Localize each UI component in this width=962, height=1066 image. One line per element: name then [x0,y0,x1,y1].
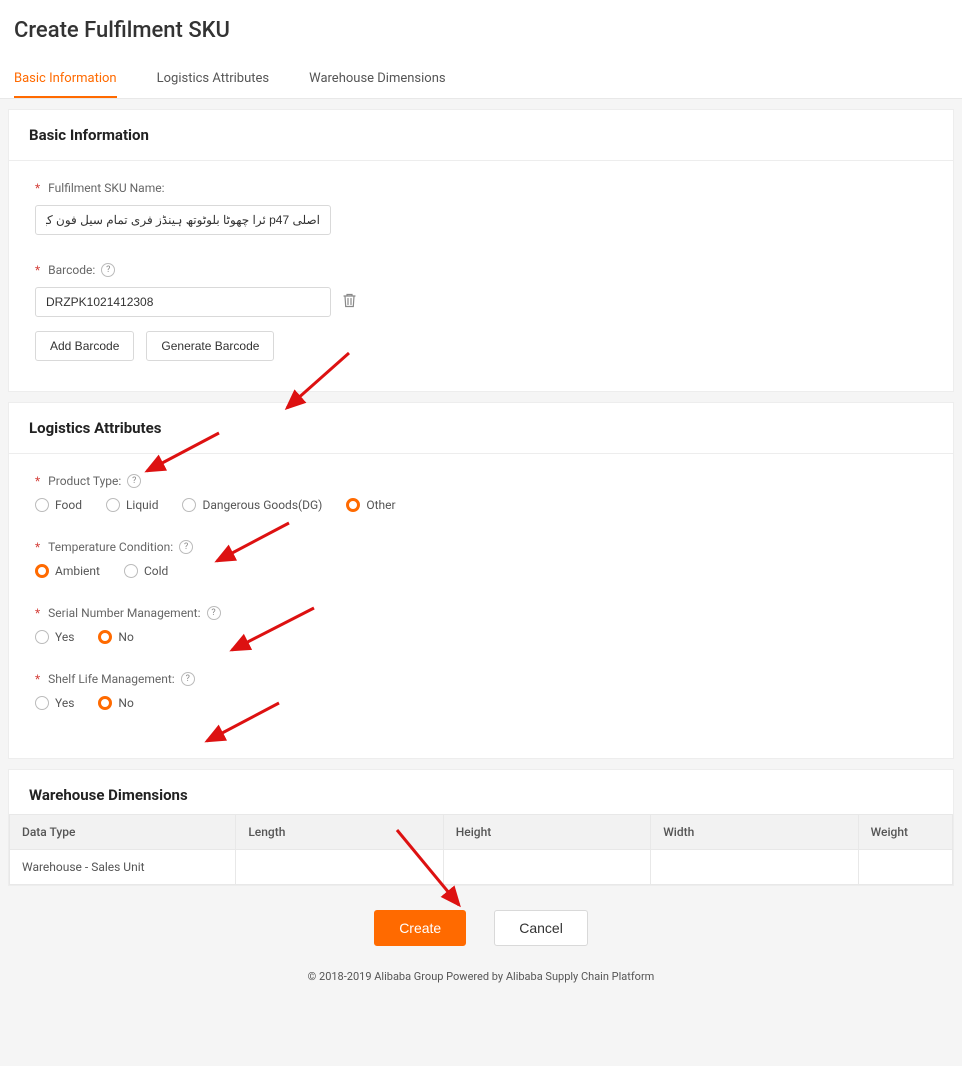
panel-heading-logistics: Logistics Attributes [9,403,953,454]
required-star-icon: * [35,540,40,554]
product-type-label: * Product Type: ? [35,474,927,488]
tab-basic-information[interactable]: Basic Information [14,61,117,98]
shelf-life-radio-group: Yes No [35,696,927,710]
panel-logistics-attributes: Logistics Attributes * Product Type: ? F… [8,402,954,759]
col-weight: Weight [858,815,952,850]
dimensions-table: Data Type Length Height Width Weight War… [9,814,953,885]
panel-heading-basic: Basic Information [9,110,953,161]
radio-food[interactable]: Food [35,498,82,512]
serial-number-label: * Serial Number Management: ? [35,606,927,620]
footer-actions: Create Cancel [0,886,962,964]
col-height: Height [443,815,650,850]
help-icon[interactable]: ? [101,263,115,277]
create-button[interactable]: Create [374,910,466,946]
panel-basic-information: Basic Information * Fulfilment SKU Name:… [8,109,954,392]
cell-height[interactable] [443,850,650,885]
tabs: Basic Information Logistics Attributes W… [0,61,962,99]
col-length: Length [236,815,443,850]
temperature-radio-group: Ambient Cold [35,564,927,578]
required-star-icon: * [35,263,40,277]
serial-radio-group: Yes No [35,630,927,644]
tab-logistics-attributes[interactable]: Logistics Attributes [157,61,270,98]
page-title: Create Fulfilment SKU [0,0,962,61]
cell-data-type: Warehouse - Sales Unit [10,850,236,885]
panel-heading-warehouse: Warehouse Dimensions [9,770,953,814]
radio-serial-yes[interactable]: Yes [35,630,74,644]
cancel-button[interactable]: Cancel [494,910,588,946]
col-width: Width [651,815,858,850]
radio-liquid[interactable]: Liquid [106,498,159,512]
help-icon[interactable]: ? [179,540,193,554]
table-header-row: Data Type Length Height Width Weight [10,815,953,850]
help-icon[interactable]: ? [181,672,195,686]
required-star-icon: * [35,672,40,686]
required-star-icon: * [35,181,40,195]
shelf-life-label: * Shelf Life Management: ? [35,672,927,686]
help-icon[interactable]: ? [127,474,141,488]
tab-warehouse-dimensions[interactable]: Warehouse Dimensions [309,61,445,98]
barcode-label: * Barcode: ? [35,263,927,277]
panel-warehouse-dimensions: Warehouse Dimensions Data Type Length He… [8,769,954,886]
radio-ambient[interactable]: Ambient [35,564,100,578]
radio-dangerous-goods[interactable]: Dangerous Goods(DG) [182,498,322,512]
product-type-radio-group: Food Liquid Dangerous Goods(DG) Other [35,498,927,512]
cell-width[interactable] [651,850,858,885]
copyright-text: © 2018-2019 Alibaba Group Powered by Ali… [0,964,962,995]
radio-shelf-yes[interactable]: Yes [35,696,74,710]
trash-icon[interactable] [343,293,356,312]
required-star-icon: * [35,474,40,488]
generate-barcode-button[interactable]: Generate Barcode [146,331,274,361]
temperature-label: * Temperature Condition: ? [35,540,927,554]
radio-cold[interactable]: Cold [124,564,168,578]
barcode-input[interactable] [35,287,331,317]
radio-shelf-no[interactable]: No [98,696,133,710]
help-icon[interactable]: ? [207,606,221,620]
add-barcode-button[interactable]: Add Barcode [35,331,134,361]
col-data-type: Data Type [10,815,236,850]
radio-other[interactable]: Other [346,498,395,512]
table-row: Warehouse - Sales Unit [10,850,953,885]
radio-serial-no[interactable]: No [98,630,133,644]
sku-name-input[interactable] [35,205,331,235]
sku-name-label: * Fulfilment SKU Name: [35,181,927,195]
cell-length[interactable] [236,850,443,885]
required-star-icon: * [35,606,40,620]
cell-weight[interactable] [858,850,952,885]
